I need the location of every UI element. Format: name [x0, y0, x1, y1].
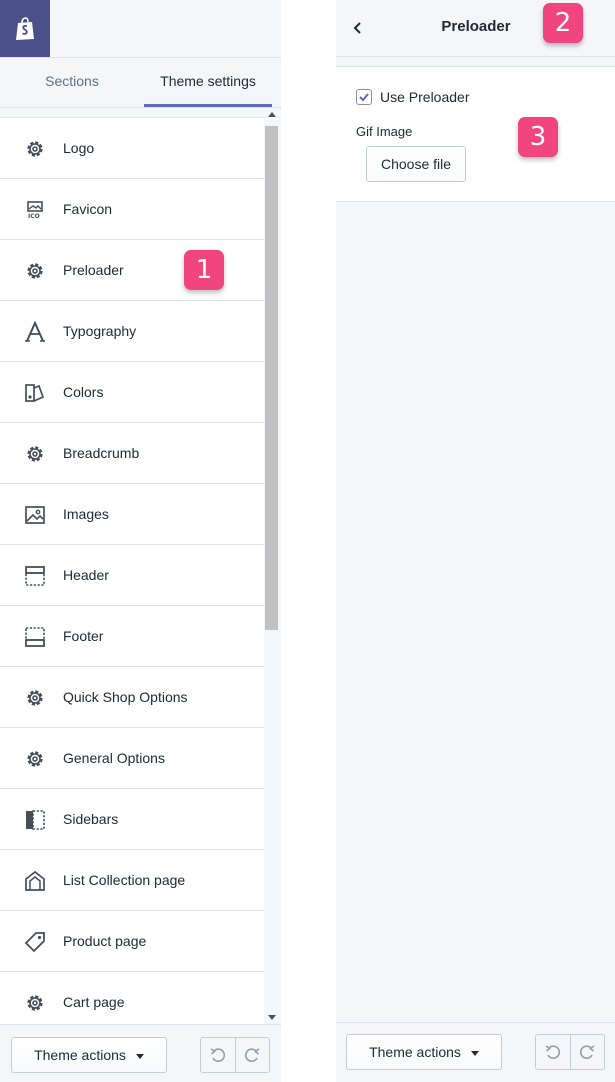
- settings-item-product-page[interactable]: Product page: [0, 911, 264, 972]
- gear-icon: [24, 748, 46, 770]
- undo-button[interactable]: [536, 1035, 570, 1069]
- redo-icon: [580, 1045, 595, 1059]
- preloader-settings-panel: Preloader Use Preloader Gif Image Choose…: [336, 0, 615, 1082]
- settings-item-typography[interactable]: Typography: [0, 301, 264, 362]
- use-preloader-row[interactable]: Use Preloader: [356, 89, 470, 105]
- detail-title: Preloader: [441, 18, 511, 35]
- theme-actions-label: Theme actions: [34, 1047, 126, 1063]
- settings-item-label: Logo: [63, 140, 95, 156]
- annotation-marker-1: 1: [184, 250, 224, 290]
- settings-item-label: Cart page: [63, 994, 125, 1010]
- settings-item-favicon[interactable]: ICO Favicon: [0, 179, 264, 240]
- settings-item-header[interactable]: Header: [0, 545, 264, 606]
- gear-icon: [24, 687, 46, 709]
- settings-item-images[interactable]: Images: [0, 484, 264, 545]
- settings-item-quick-shop-options[interactable]: Quick Shop Options: [0, 667, 264, 728]
- settings-item-logo[interactable]: Logo: [0, 118, 264, 179]
- gear-icon: [24, 138, 46, 160]
- sidebar-icon: [24, 809, 46, 831]
- collection-icon: [24, 870, 46, 892]
- settings-item-label: List Collection page: [63, 872, 186, 888]
- chevron-left-icon: [353, 22, 361, 34]
- tab-sections[interactable]: Sections: [0, 58, 144, 108]
- use-preloader-label: Use Preloader: [380, 89, 470, 105]
- left-footer-bar: Theme actions: [0, 1024, 281, 1082]
- settings-item-footer[interactable]: Footer: [0, 606, 264, 667]
- shopify-logo[interactable]: [0, 0, 50, 58]
- settings-item-label: Preloader: [63, 262, 124, 278]
- undo-icon: [210, 1048, 226, 1062]
- settings-list: Logo ICO Favicon Preloader Typography Co…: [0, 117, 264, 1024]
- caret-down-icon: [470, 1050, 479, 1056]
- checkmark-icon: [359, 93, 369, 102]
- image-icon: [24, 504, 46, 526]
- settings-item-preloader[interactable]: Preloader: [0, 240, 264, 301]
- tag-icon: [24, 931, 46, 953]
- theme-actions-button[interactable]: Theme actions: [346, 1034, 502, 1070]
- svg-text:ICO: ICO: [28, 213, 40, 220]
- theme-actions-label: Theme actions: [369, 1044, 461, 1060]
- tab-theme-settings[interactable]: Theme settings: [144, 58, 272, 108]
- redo-button[interactable]: [234, 1038, 269, 1072]
- settings-item-breadcrumb[interactable]: Breadcrumb: [0, 423, 264, 484]
- gear-icon: [24, 992, 46, 1014]
- undo-redo-group: [200, 1037, 270, 1073]
- settings-item-general-options[interactable]: General Options: [0, 728, 264, 789]
- redo-icon: [245, 1048, 260, 1062]
- theme-settings-panel: Sections Theme settings Logo ICO Favicon…: [0, 0, 281, 1082]
- favicon-icon: ICO: [24, 199, 46, 221]
- settings-item-label: General Options: [63, 750, 165, 766]
- shopify-bag-icon: [16, 16, 34, 40]
- undo-button[interactable]: [201, 1038, 235, 1072]
- choose-file-button[interactable]: Choose file: [366, 146, 466, 182]
- settings-item-label: Breadcrumb: [63, 445, 140, 461]
- settings-item-label: Favicon: [63, 201, 113, 217]
- scroll-up-arrow-icon[interactable]: [268, 112, 276, 117]
- settings-item-sidebars[interactable]: Sidebars: [0, 789, 264, 850]
- gear-icon: [24, 443, 46, 465]
- typography-icon: [24, 321, 46, 343]
- gear-icon: [24, 260, 46, 282]
- settings-item-label: Sidebars: [63, 811, 119, 827]
- redo-button[interactable]: [569, 1035, 604, 1069]
- undo-redo-group: [535, 1034, 605, 1070]
- back-button[interactable]: [348, 18, 368, 38]
- preloader-settings-card: Use Preloader Gif Image Choose file: [336, 66, 615, 202]
- scrollbar-thumb[interactable]: [265, 126, 278, 630]
- colors-icon: [24, 382, 46, 404]
- gif-image-label: Gif Image: [356, 124, 413, 139]
- header-icon: [24, 565, 46, 587]
- settings-item-list-collection-page[interactable]: List Collection page: [0, 850, 264, 911]
- annotation-marker-3: 3: [518, 117, 558, 157]
- right-footer-bar: Theme actions: [336, 1022, 615, 1082]
- settings-item-label: Quick Shop Options: [63, 689, 188, 705]
- settings-item-label: Colors: [63, 384, 104, 400]
- settings-item-label: Images: [63, 506, 109, 522]
- panel-tabs: Sections Theme settings: [0, 58, 281, 108]
- caret-down-icon: [135, 1053, 144, 1059]
- use-preloader-checkbox[interactable]: [356, 89, 372, 105]
- undo-icon: [545, 1045, 561, 1059]
- theme-actions-button[interactable]: Theme actions: [11, 1037, 167, 1073]
- footer-icon: [24, 626, 46, 648]
- settings-item-cart-page[interactable]: Cart page: [0, 972, 264, 1024]
- settings-list-scrollbar[interactable]: [264, 109, 281, 1024]
- settings-item-label: Typography: [63, 323, 137, 339]
- top-bar: [50, 0, 281, 58]
- scroll-down-arrow-icon[interactable]: [268, 1015, 276, 1020]
- settings-item-colors[interactable]: Colors: [0, 362, 264, 423]
- settings-item-label: Header: [63, 567, 109, 583]
- annotation-marker-2: 2: [543, 3, 583, 43]
- settings-item-label: Footer: [63, 628, 104, 644]
- settings-item-label: Product page: [63, 933, 147, 949]
